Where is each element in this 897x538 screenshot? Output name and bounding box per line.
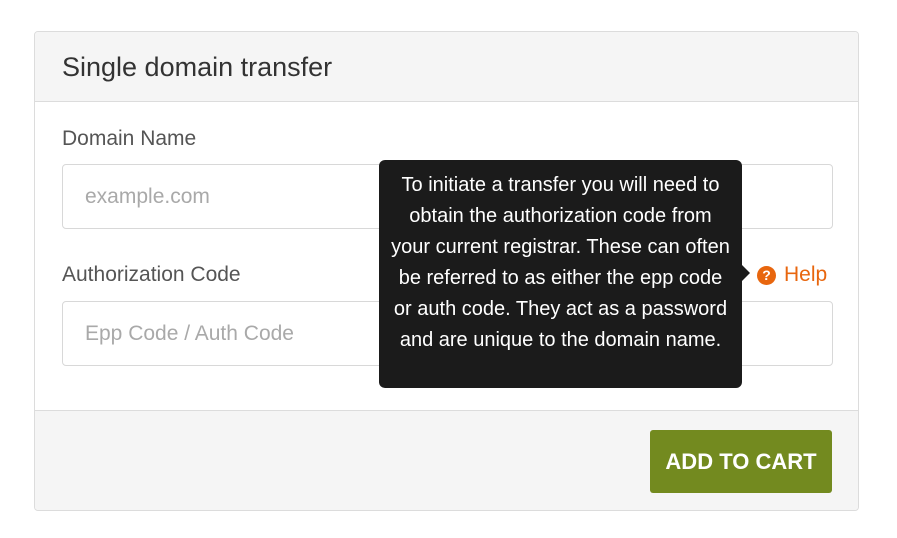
panel-footer: ADD TO CART <box>35 410 858 510</box>
add-to-cart-button[interactable]: ADD TO CART <box>650 430 832 493</box>
help-label: Help <box>784 263 828 286</box>
panel-header: Single domain transfer <box>35 32 858 102</box>
panel-title: Single domain transfer <box>62 52 333 82</box>
domain-name-label: Domain Name <box>62 127 197 150</box>
authorization-code-label: Authorization Code <box>62 263 241 286</box>
help-link[interactable]: ? Help <box>757 262 827 288</box>
question-circle-icon: ? <box>757 265 776 285</box>
help-tooltip: To initiate a transfer you will need to … <box>379 160 742 388</box>
tooltip-arrow <box>742 265 750 281</box>
